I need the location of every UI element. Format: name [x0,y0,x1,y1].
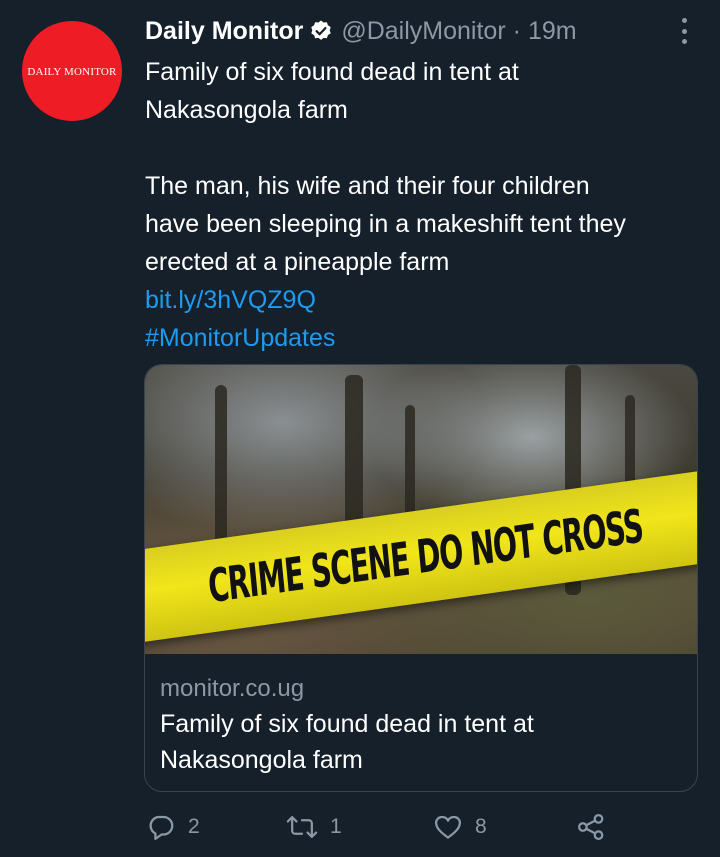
retweet-icon [286,812,318,842]
tweet-text-line-1: The man, his wife and their four childre… [145,172,590,200]
verified-badge-icon [309,19,333,43]
link-preview-card[interactable]: CRIME SCENE DO NOT CROSS monitor.co.ug F… [144,364,698,792]
more-options-icon[interactable] [680,18,688,44]
tweet-body: Family of six found dead in tent at Naka… [145,53,700,357]
card-domain: monitor.co.ug [160,675,305,702]
tweet-headline-line-2: Nakasongola farm [145,96,348,124]
tape-text: CRIME SCENE DO NOT CROSS [205,498,645,614]
hashtag-link[interactable]: #MonitorUpdates [145,319,700,357]
share-button[interactable] [576,812,606,842]
tweet-timestamp[interactable]: 19m [528,17,577,46]
author-handle[interactable]: @DailyMonitor [341,17,505,46]
like-count: 8 [475,815,487,838]
tweet-header: Daily Monitor @DailyMonitor · 19m [145,13,577,49]
card-image: CRIME SCENE DO NOT CROSS [145,365,697,654]
avatar[interactable]: DAILY MONITOR [22,21,122,121]
separator-dot: · [512,16,521,45]
card-meta: monitor.co.ug Family of six found dead i… [145,654,697,778]
author-name[interactable]: Daily Monitor [145,17,303,46]
retweet-button[interactable]: 1 [286,812,342,842]
card-title-line-1: Family of six found dead in tent at [160,710,534,738]
tweet-text-line-2: have been sleeping in a makeshift tent t… [145,210,626,238]
tweet-headline-line-1: Family of six found dead in tent at [145,58,519,86]
action-bar: 2 1 8 [146,812,616,848]
card-title-line-2: Nakasongola farm [160,746,363,774]
like-button[interactable]: 8 [433,812,487,842]
reply-count: 2 [188,815,200,838]
heart-icon [433,812,463,842]
reply-button[interactable]: 2 [146,812,200,842]
share-icon [576,812,606,842]
crime-scene-tape: CRIME SCENE DO NOT CROSS [145,468,697,644]
tweet-link[interactable]: bit.ly/3hVQZ9Q [145,281,700,319]
tweet[interactable]: DAILY MONITOR Daily Monitor @DailyMonito… [0,0,720,857]
reply-icon [146,812,176,842]
avatar-logo-text: DAILY MONITOR [27,66,117,78]
tweet-text-line-3: erected at a pineapple farm [145,248,450,276]
retweet-count: 1 [330,815,342,838]
